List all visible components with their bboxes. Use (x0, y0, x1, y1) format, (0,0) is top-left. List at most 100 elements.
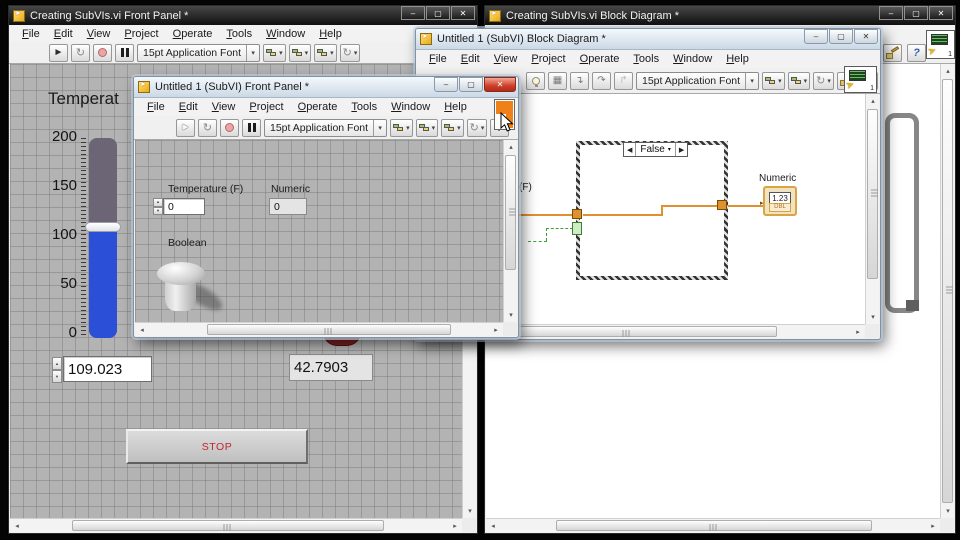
resize-objects-dropdown[interactable]: ▾ (441, 119, 464, 137)
menu-file[interactable]: File (15, 28, 47, 40)
run-button[interactable] (176, 119, 195, 137)
maximize-icon[interactable] (829, 29, 853, 44)
menu-edit[interactable]: Edit (454, 53, 487, 65)
slider-handle[interactable] (85, 222, 121, 232)
font-selector[interactable]: 15pt Application Font▾ (264, 119, 387, 137)
run-button[interactable] (49, 44, 68, 62)
resize-grip[interactable] (940, 518, 954, 532)
vertical-scrollbar[interactable]: ▴ ▾ (865, 94, 879, 324)
reorder-dropdown[interactable]: ▾ (813, 72, 834, 90)
highlight-execution-button[interactable] (526, 72, 545, 90)
case-output-tunnel[interactable] (717, 200, 727, 210)
pause-button[interactable] (115, 44, 134, 62)
menu-project[interactable]: Project (524, 53, 572, 65)
maximize-icon[interactable] (426, 6, 450, 20)
close-icon[interactable] (451, 6, 475, 20)
menu-edit[interactable]: Edit (47, 28, 80, 40)
menu-file[interactable]: File (422, 53, 454, 65)
temperature-control[interactable]: 0 (163, 198, 205, 215)
menu-view[interactable]: View (80, 28, 118, 40)
stop-button[interactable]: STOP (126, 429, 308, 464)
align-objects-dropdown[interactable]: ▾ (263, 44, 286, 62)
horizontal-scrollbar[interactable]: ◂ ▸ (135, 322, 503, 336)
menu-help[interactable]: Help (312, 28, 349, 40)
temperature-spinner[interactable]: ▴▾ (153, 198, 163, 215)
font-selector[interactable]: 15pt Application Font▾ (137, 44, 260, 62)
distribute-objects-dropdown[interactable]: ▾ (416, 119, 439, 137)
step-over-button[interactable] (592, 72, 611, 90)
minimize-icon[interactable] (804, 29, 828, 44)
titlebar[interactable]: Untitled 1 (SubVI) Block Diagram * (416, 29, 880, 50)
distribute-objects-dropdown[interactable]: ▾ (788, 72, 811, 90)
menu-project[interactable]: Project (117, 28, 165, 40)
menu-view[interactable]: View (487, 53, 525, 65)
context-help-button[interactable] (907, 44, 926, 62)
align-objects-dropdown[interactable]: ▾ (762, 72, 785, 90)
maximize-icon[interactable] (904, 6, 928, 20)
vertical-scrollbar[interactable]: ▴ ▾ (940, 64, 954, 518)
minimize-icon[interactable] (879, 6, 903, 20)
menu-help[interactable]: Help (719, 53, 756, 65)
reorder-dropdown[interactable]: ▾ (467, 119, 488, 137)
temperature-value-control[interactable]: 109.023 (63, 356, 152, 382)
run-continuous-button[interactable] (198, 119, 217, 137)
case-structure-body (580, 145, 724, 276)
menu-operate[interactable]: Operate (573, 53, 627, 65)
menu-operate[interactable]: Operate (166, 28, 220, 40)
horizontal-scrollbar[interactable]: ◂ ▸ (10, 518, 462, 532)
vi-connector-icon[interactable]: ➤ 1 (844, 66, 877, 93)
case-input-tunnel[interactable] (572, 209, 582, 219)
font-selector[interactable]: 15pt Application Font▾ (636, 72, 759, 90)
boolean-input-tunnel[interactable] (572, 222, 582, 235)
menu-help[interactable]: Help (437, 101, 474, 113)
numeric-spinner[interactable]: ▴▾ (52, 357, 62, 383)
pause-button[interactable] (242, 119, 261, 137)
cleanup-diagram-button[interactable] (883, 44, 902, 62)
menu-edit[interactable]: Edit (172, 101, 205, 113)
resize-objects-dropdown[interactable]: ▾ (314, 44, 337, 62)
step-out-button[interactable] (614, 72, 633, 90)
mouse-cursor (500, 112, 515, 133)
menu-tools[interactable]: Tools (344, 101, 384, 113)
titlebar[interactable]: Creating SubVIs.vi Front Panel * (9, 6, 477, 25)
menu-window[interactable]: Window (666, 53, 719, 65)
previous-case-icon[interactable]: ◀ (624, 146, 635, 154)
retain-wire-values-button[interactable] (548, 72, 567, 90)
menu-tools[interactable]: Tools (219, 28, 259, 40)
titlebar[interactable]: Creating SubVIs.vi Block Diagram * (485, 6, 955, 25)
close-icon[interactable] (929, 6, 953, 20)
menu-view[interactable]: View (205, 101, 243, 113)
resize-grip[interactable] (865, 324, 879, 338)
minimize-icon[interactable] (434, 77, 458, 92)
resize-grip[interactable] (462, 518, 476, 532)
menu-project[interactable]: Project (242, 101, 290, 113)
window-title: Creating SubVIs.vi Block Diagram * (506, 10, 679, 22)
horizontal-scrollbar[interactable]: ◂ ▸ (486, 518, 940, 532)
close-icon[interactable] (854, 29, 878, 44)
step-into-button[interactable] (570, 72, 589, 90)
abort-button[interactable] (220, 119, 239, 137)
distribute-objects-dropdown[interactable]: ▾ (289, 44, 312, 62)
minimize-icon[interactable] (401, 6, 425, 20)
vertical-scrollbar[interactable]: ▴ ▾ (503, 140, 517, 322)
close-icon[interactable] (484, 77, 516, 92)
align-objects-dropdown[interactable]: ▾ (390, 119, 413, 137)
menu-window[interactable]: Window (259, 28, 312, 40)
next-case-icon[interactable]: ▶ (676, 146, 687, 154)
abort-button[interactable] (93, 44, 112, 62)
menu-operate[interactable]: Operate (291, 101, 345, 113)
boolean-push-button[interactable] (157, 262, 247, 322)
run-continuous-button[interactable] (71, 44, 90, 62)
case-structure[interactable] (576, 141, 728, 280)
menu-window[interactable]: Window (384, 101, 437, 113)
case-selector[interactable]: ◀ False▾ ▶ (623, 142, 688, 157)
menu-tools[interactable]: Tools (626, 53, 666, 65)
reorder-dropdown[interactable]: ▾ (340, 44, 361, 62)
resize-grip[interactable] (503, 322, 517, 336)
menu-file[interactable]: File (140, 101, 172, 113)
vi-connector-icon[interactable]: ➤ 1 (926, 30, 955, 59)
numeric-indicator-terminal[interactable]: ▸ 1.23 DBL (763, 186, 797, 216)
maximize-icon[interactable] (459, 77, 483, 92)
titlebar[interactable]: Untitled 1 (SubVI) Front Panel * (134, 77, 518, 98)
temperature-slider[interactable] (89, 138, 117, 338)
